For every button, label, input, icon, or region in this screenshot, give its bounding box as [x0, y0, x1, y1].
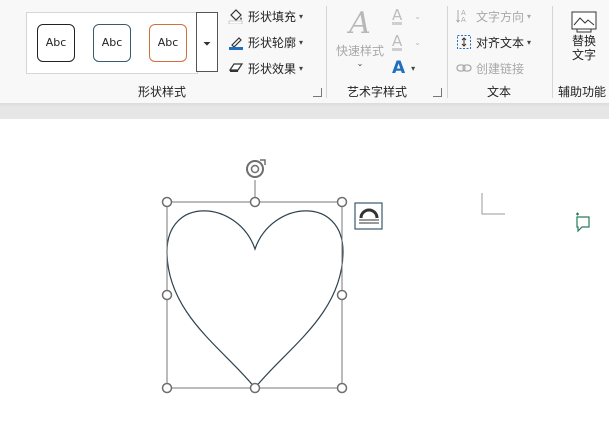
- resize-handle-right[interactable]: [336, 289, 348, 301]
- layout-options-icon[interactable]: [354, 202, 383, 230]
- new-comment-icon[interactable]: [576, 212, 590, 233]
- resize-handle-top[interactable]: [249, 196, 261, 208]
- resize-handle-left[interactable]: [161, 289, 173, 301]
- resize-handle-top-left[interactable]: [161, 196, 173, 208]
- resize-handle-bottom-left[interactable]: [161, 382, 173, 394]
- shape-selection-layer: [161, 159, 590, 394]
- rotate-handle-icon[interactable]: [246, 159, 266, 178]
- resize-handle-top-right[interactable]: [336, 196, 348, 208]
- heart-shape[interactable]: [166, 210, 344, 389]
- resize-handle-bottom[interactable]: [249, 382, 261, 394]
- page-margin-marker: [481, 193, 505, 215]
- resize-handle-bottom-right[interactable]: [336, 382, 348, 394]
